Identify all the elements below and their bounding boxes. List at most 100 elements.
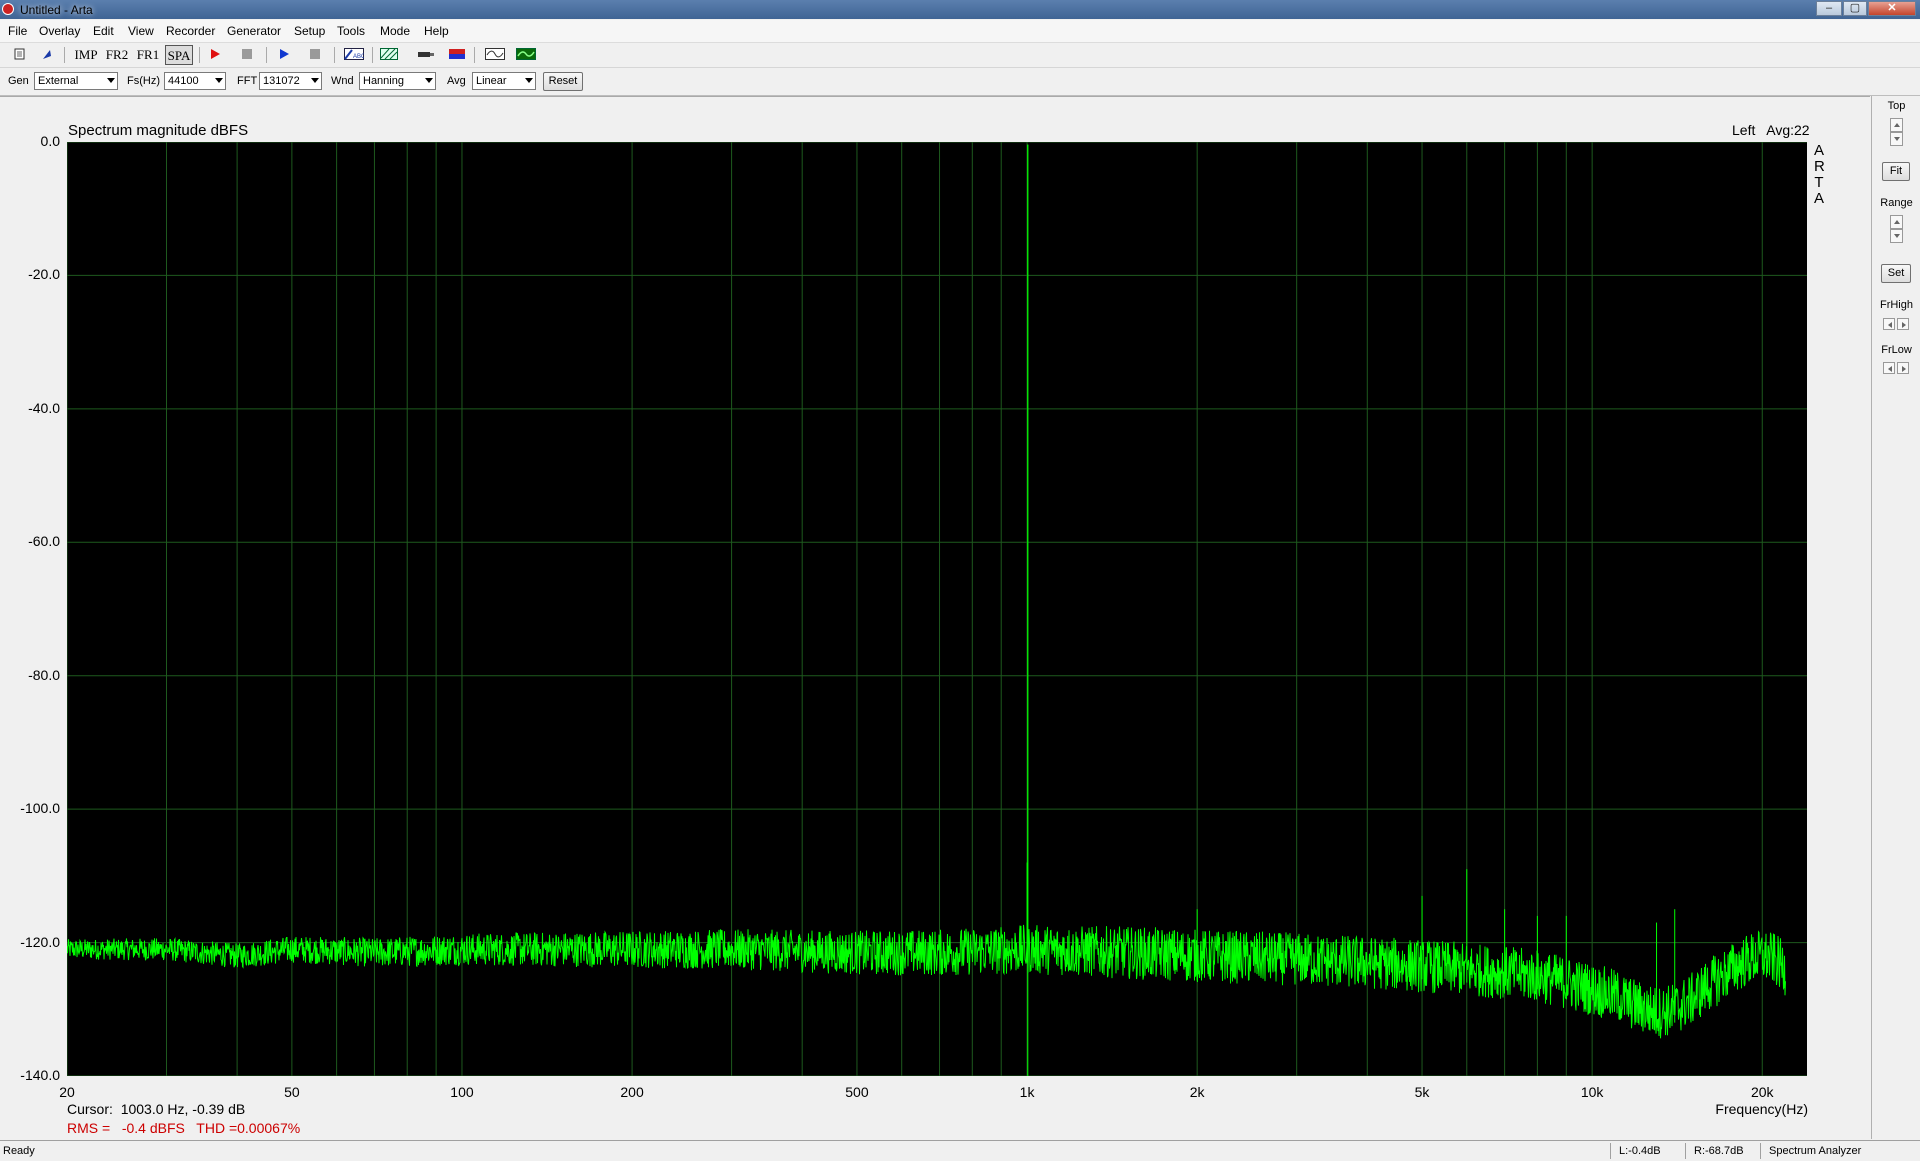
spectrum-view-icon[interactable] bbox=[516, 48, 536, 60]
fit-button[interactable]: Fit bbox=[1882, 162, 1910, 181]
menu-recorder[interactable]: Recorder bbox=[166, 24, 215, 38]
status-right-level: R:-68.7dB bbox=[1694, 1145, 1744, 1157]
x-tick-label: 2k bbox=[1189, 1084, 1205, 1100]
arta-vertical-label: ARTA bbox=[1812, 143, 1826, 207]
y-tick-label: 0.0 bbox=[40, 133, 60, 149]
fft-label: FFT bbox=[237, 75, 258, 87]
top-up-arrow-icon[interactable] bbox=[1890, 118, 1903, 132]
status-ready: Ready bbox=[3, 1145, 35, 1157]
stop-play-icon[interactable] bbox=[308, 48, 322, 60]
chevron-down-icon bbox=[107, 78, 115, 83]
frhigh-label: FrHigh bbox=[1879, 299, 1913, 311]
window-title: Untitled - Arta bbox=[20, 3, 93, 17]
menu-tools[interactable]: Tools bbox=[337, 24, 365, 38]
minimize-button[interactable]: – bbox=[1816, 1, 1842, 16]
status-left-level: L:-0.4dB bbox=[1619, 1145, 1661, 1157]
set-button[interactable]: Set bbox=[1881, 264, 1911, 283]
major-gridlines bbox=[67, 142, 1807, 1076]
y-tick-label: -40.0 bbox=[28, 399, 60, 416]
title-bar: Untitled - Arta – ▢ ✕ bbox=[0, 0, 1920, 19]
menu-setup[interactable]: Setup bbox=[294, 24, 325, 38]
spectrum-plot[interactable] bbox=[67, 142, 1807, 1076]
y-tick-label: -60.0 bbox=[28, 533, 60, 550]
range-control-panel: Top Fit Range Set FrHigh FrLow bbox=[1871, 96, 1920, 1139]
generator-abc-icon[interactable]: ABC bbox=[344, 48, 364, 60]
toolbar: IMP FR2 FR1 SPA ABC bbox=[0, 43, 1920, 68]
frhigh-left-arrow-icon[interactable] bbox=[1883, 318, 1895, 330]
menu-edit[interactable]: Edit bbox=[93, 24, 114, 38]
generator-select[interactable]: External bbox=[34, 72, 118, 90]
menu-generator[interactable]: Generator bbox=[227, 24, 281, 38]
menu-overlay[interactable]: Overlay bbox=[39, 24, 80, 38]
status-bar: Ready L:-0.4dB R:-68.7dB Spectrum Analyz… bbox=[0, 1140, 1920, 1161]
analyzer-settings-bar: Gen External Fs(Hz) 44100 FFT 131072 Wnd… bbox=[0, 68, 1920, 96]
menu-file[interactable]: File bbox=[8, 24, 27, 38]
range-label: Range bbox=[1880, 197, 1913, 209]
top-down-arrow-icon[interactable] bbox=[1890, 132, 1903, 146]
y-tick-label: -120.0 bbox=[20, 933, 60, 950]
fr2-mode-button[interactable]: FR2 bbox=[104, 45, 130, 65]
x-tick-label: 5k bbox=[1414, 1084, 1430, 1100]
window-function-select[interactable]: Hanning bbox=[359, 72, 436, 90]
stop-record-icon[interactable] bbox=[240, 48, 254, 60]
chart-title: Spectrum magnitude dBFS bbox=[68, 122, 249, 139]
x-tick-label: 100 bbox=[450, 1084, 474, 1100]
y-tick-label: -100.0 bbox=[20, 800, 60, 817]
chevron-down-icon bbox=[525, 78, 533, 83]
x-tick-label: 200 bbox=[620, 1084, 644, 1100]
pointer-icon[interactable] bbox=[40, 48, 54, 60]
record-icon[interactable] bbox=[208, 48, 222, 60]
frlow-right-arrow-icon[interactable] bbox=[1897, 362, 1909, 374]
range-up-arrow-icon[interactable] bbox=[1890, 215, 1903, 229]
gen-label: Gen bbox=[8, 75, 29, 87]
spectrum-trace bbox=[67, 924, 1786, 1039]
arta-letters: ARTA bbox=[1814, 142, 1825, 207]
menu-view[interactable]: View bbox=[128, 24, 154, 38]
x-tick-label: 50 bbox=[284, 1084, 300, 1100]
impulse-mode-button[interactable]: IMP bbox=[73, 45, 99, 65]
cursor-readout: Cursor: 1003.0 Hz, -0.39 dB bbox=[67, 1101, 246, 1117]
y-tick-label: -20.0 bbox=[28, 266, 60, 283]
probe-icon[interactable] bbox=[417, 48, 435, 60]
x-tick-label: 20 bbox=[59, 1084, 75, 1100]
fr1-mode-button[interactable]: FR1 bbox=[135, 45, 161, 65]
range-down-arrow-icon[interactable] bbox=[1890, 229, 1903, 243]
frhigh-right-arrow-icon[interactable] bbox=[1897, 318, 1909, 330]
fft-size-select[interactable]: 131072 bbox=[259, 72, 322, 90]
arta-app-icon bbox=[2, 3, 14, 15]
minor-gridlines bbox=[67, 142, 1763, 1076]
x-tick-label: 20k bbox=[1750, 1084, 1774, 1100]
frlow-left-arrow-icon[interactable] bbox=[1883, 362, 1895, 374]
play-icon[interactable] bbox=[277, 48, 291, 60]
color-bars-icon[interactable] bbox=[448, 48, 466, 60]
window-label: Wnd bbox=[331, 75, 354, 87]
y-tick-label: -80.0 bbox=[28, 666, 60, 683]
waveform-icon[interactable] bbox=[485, 48, 505, 60]
hatched-chart-icon[interactable] bbox=[380, 48, 398, 60]
frlow-label: FrLow bbox=[1881, 344, 1912, 356]
y-tick-label: -140.0 bbox=[20, 1067, 60, 1083]
close-button[interactable]: ✕ bbox=[1868, 1, 1916, 16]
svg-text:ABC: ABC bbox=[353, 54, 364, 60]
menu-mode[interactable]: Mode bbox=[380, 24, 410, 38]
status-mode: Spectrum Analyzer bbox=[1769, 1145, 1862, 1157]
cursor-value: 1003.0 Hz, -0.39 dB bbox=[120, 1101, 246, 1117]
menu-bar: File Overlay Edit View Recorder Generato… bbox=[0, 20, 1920, 43]
spectrum-mode-button[interactable]: SPA bbox=[165, 45, 193, 65]
chevron-down-icon bbox=[311, 78, 319, 83]
new-document-icon[interactable] bbox=[13, 48, 27, 60]
x-tick-label: 500 bbox=[845, 1084, 869, 1100]
x-tick-label: 10k bbox=[1580, 1084, 1604, 1100]
maximize-button[interactable]: ▢ bbox=[1843, 1, 1867, 16]
reset-button[interactable]: Reset bbox=[543, 72, 583, 91]
chevron-down-icon bbox=[425, 78, 433, 83]
chevron-down-icon bbox=[215, 78, 223, 83]
top-label: Top bbox=[1887, 100, 1906, 112]
menu-help[interactable]: Help bbox=[424, 24, 449, 38]
avg-label: Avg bbox=[447, 75, 466, 87]
averaging-select[interactable]: Linear bbox=[472, 72, 536, 90]
x-axis-title: Frequency(Hz) bbox=[1715, 1101, 1808, 1117]
rms-thd-readout: RMS = -0.4 dBFS THD =0.00067% bbox=[67, 1120, 301, 1136]
channel-avg-info: Left Avg:22 bbox=[1732, 122, 1810, 138]
sample-rate-select[interactable]: 44100 bbox=[164, 72, 226, 90]
